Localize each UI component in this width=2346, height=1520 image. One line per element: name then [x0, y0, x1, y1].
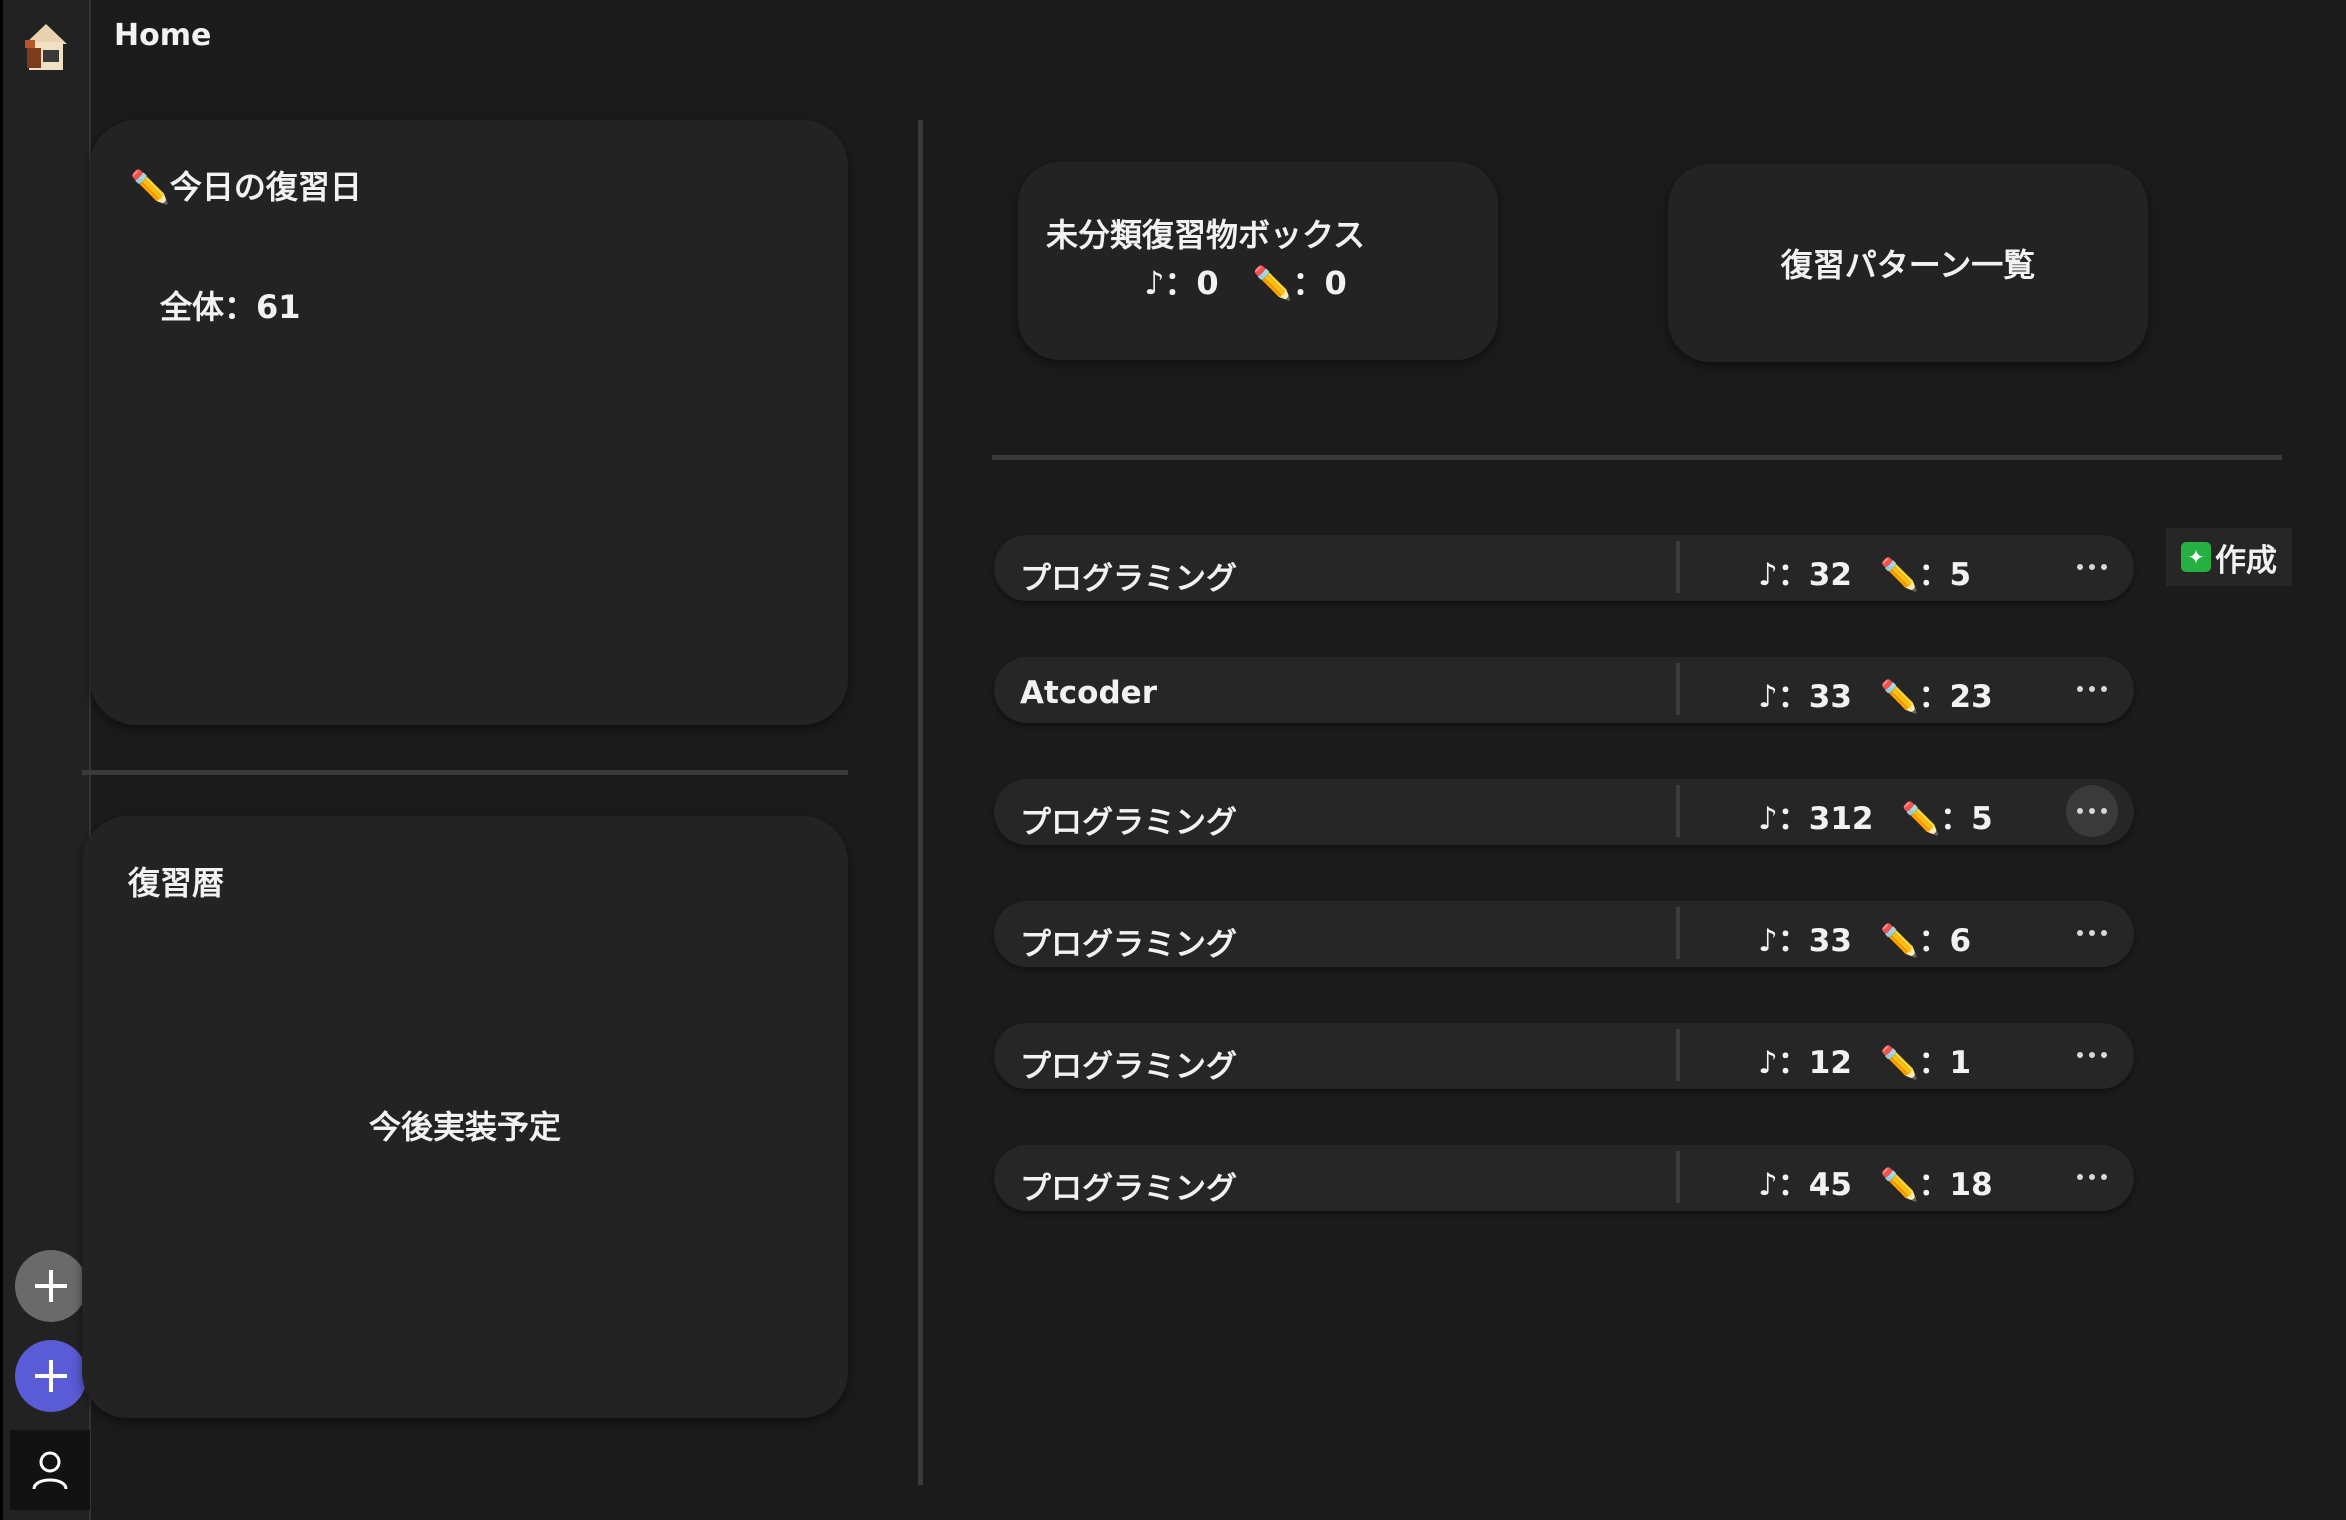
category-row[interactable]: プログラミング ♪：12 ✏️：1 [994, 1023, 2134, 1089]
review-history-title: 復習暦 [128, 864, 225, 902]
category-name: プログラミング [1020, 1171, 1237, 1207]
plus-icon [35, 1270, 67, 1302]
more-options-button[interactable] [2066, 907, 2118, 959]
more-options-button[interactable] [2066, 785, 2118, 837]
category-row[interactable]: プログラミング ♪：32 ✏️：5 [994, 535, 2134, 601]
pencil-count: ✏️：1 [1879, 1045, 1972, 1081]
category-row[interactable]: プログラミング ♪：45 ✏️：18 [994, 1145, 2134, 1211]
page-title: Home [114, 18, 212, 53]
category-counts: ♪：45 ✏️：18 [1758, 1159, 1993, 1204]
music-count: ♪：32 [1758, 557, 1852, 593]
right-divider [992, 455, 2282, 460]
pencil-count: ✏️：0 [1252, 264, 1347, 302]
uncategorized-box-button[interactable]: 未分類復習物ボックス ♪：0 ✏️：0 [1018, 162, 1498, 360]
category-name: プログラミング [1020, 561, 1237, 597]
category-name: プログラミング [1020, 927, 1237, 963]
category-row[interactable]: プログラミング ♪：312 ✏️：5 [994, 779, 2134, 845]
category-counts: ♪：312 ✏️：5 [1758, 793, 1993, 838]
account-button[interactable] [10, 1430, 90, 1510]
add-category-button[interactable] [15, 1340, 87, 1412]
music-count: ♪：12 [1758, 1045, 1852, 1081]
category-name: プログラミング [1020, 1049, 1237, 1085]
pencil-count: ✏️：23 [1879, 679, 1993, 715]
category-counts: ♪：33 ✏️：23 [1758, 671, 1993, 716]
create-button-label: 作成 [2215, 542, 2277, 579]
category-name: プログラミング [1020, 805, 1237, 841]
pencil-count: ✏️：18 [1879, 1167, 1993, 1203]
app-root: Home ✏️今日の復習日 全体：61 復習暦 今後実装予定 未分類復習物ボック… [0, 0, 2346, 1520]
category-counts: ♪：12 ✏️：1 [1758, 1037, 1971, 1082]
review-patterns-label: 復習パターン一覧 [1780, 246, 2036, 284]
category-row[interactable]: Atcoder ♪：33 ✏️：23 [994, 657, 2134, 723]
music-count: ♪：33 [1758, 923, 1852, 959]
add-item-button[interactable] [15, 1250, 87, 1322]
uncategorized-box-counts: ♪：0 ✏️：0 [1144, 258, 1381, 304]
category-name: Atcoder [1020, 675, 1157, 711]
music-count: ♪：0 [1144, 264, 1219, 302]
more-options-button[interactable] [2066, 1029, 2118, 1081]
today-review-total: 全体：61 [160, 288, 301, 326]
row-separator [1676, 907, 1680, 959]
music-count: ♪：33 [1758, 679, 1852, 715]
house-icon[interactable] [23, 22, 69, 72]
category-row[interactable]: プログラミング ♪：33 ✏️：6 [994, 901, 2134, 967]
category-counts: ♪：32 ✏️：5 [1758, 549, 1971, 594]
today-review-card: ✏️今日の復習日 全体：61 [90, 120, 848, 725]
uncategorized-box-title: 未分類復習物ボックス [1046, 216, 1366, 254]
more-options-button[interactable] [2066, 663, 2118, 715]
row-separator [1676, 541, 1680, 593]
pencil-count: ✏️：5 [1901, 801, 1993, 837]
create-button[interactable]: ✦ 作成 [2166, 528, 2292, 586]
today-review-title: ✏️今日の復習日 [130, 168, 362, 206]
pencil-count: ✏️：6 [1879, 923, 1972, 959]
more-options-button[interactable] [2066, 1151, 2118, 1203]
more-options-button[interactable] [2066, 541, 2118, 593]
sparkle-icon: ✦ [2181, 542, 2211, 572]
left-divider [82, 770, 848, 775]
review-history-placeholder: 今後実装予定 [368, 1108, 561, 1146]
music-count: ♪：312 [1758, 801, 1874, 837]
review-patterns-button[interactable]: 復習パターン一覧 [1668, 164, 2148, 362]
row-separator [1676, 1029, 1680, 1081]
plus-icon [35, 1360, 67, 1392]
review-history-card: 復習暦 今後実装予定 [82, 816, 848, 1418]
row-separator [1676, 785, 1680, 837]
pencil-count: ✏️：5 [1879, 557, 1972, 593]
music-count: ♪：45 [1758, 1167, 1852, 1203]
sidebar [0, 0, 91, 1520]
row-separator [1676, 663, 1680, 715]
category-counts: ♪：33 ✏️：6 [1758, 915, 1971, 960]
row-separator [1676, 1151, 1680, 1203]
user-icon [32, 1451, 68, 1490]
vertical-divider [918, 120, 923, 1485]
